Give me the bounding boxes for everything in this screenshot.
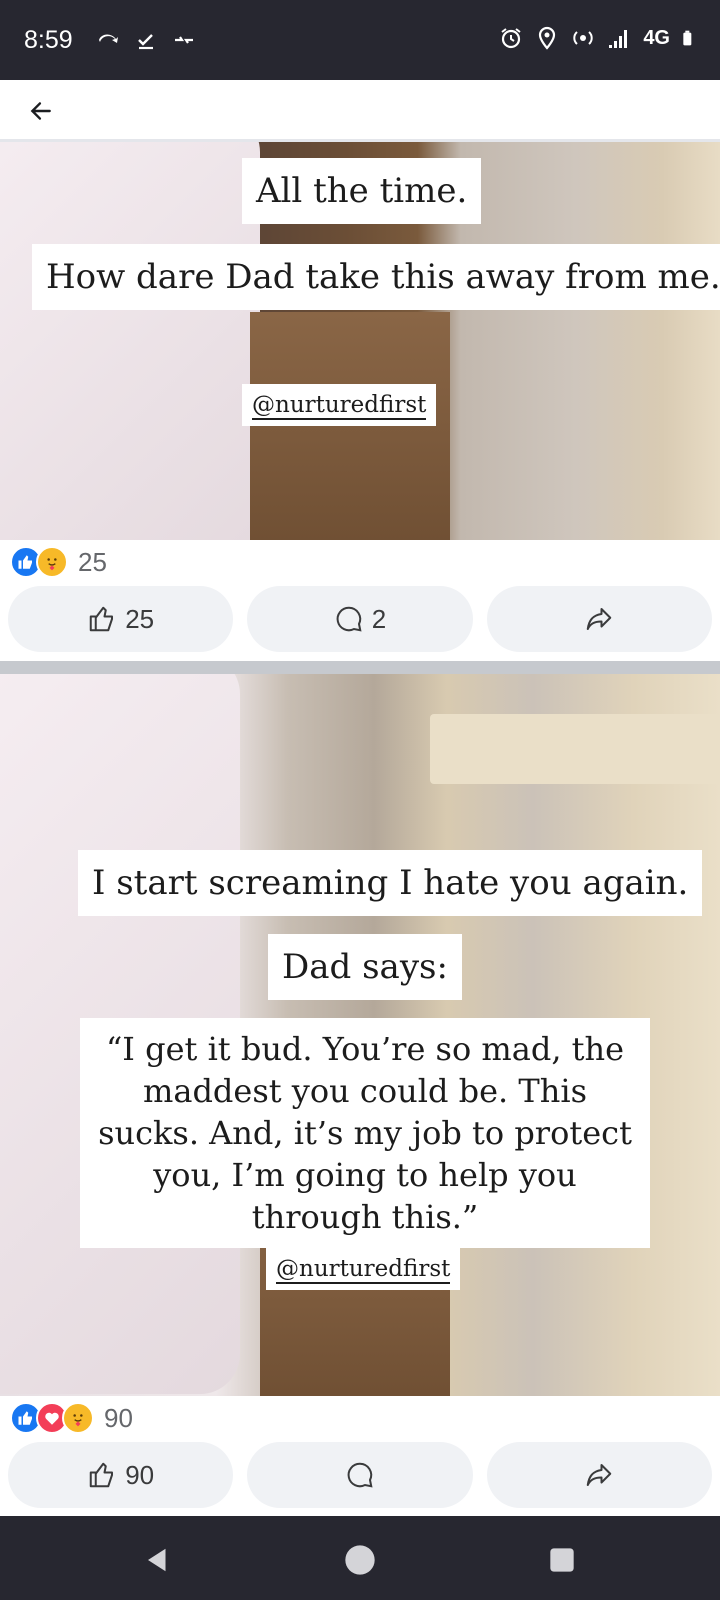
reaction-summary[interactable]: 25 xyxy=(10,546,107,578)
system-nav-bar xyxy=(0,1516,720,1600)
status-right-icons: 4G xyxy=(499,26,698,50)
nav-recents-button[interactable] xyxy=(542,1540,582,1580)
alarm-icon xyxy=(501,28,521,49)
top-bar xyxy=(0,80,720,142)
watermark-handle: @nurturedfirst xyxy=(242,384,437,426)
back-arrow-icon xyxy=(30,102,51,120)
comment-count: 2 xyxy=(371,603,387,634)
status-bar: 8:59 4G xyxy=(0,0,720,80)
network-type: 4G xyxy=(643,26,670,49)
data-transfer-icon xyxy=(175,36,193,44)
care-reaction-icon xyxy=(36,546,68,578)
caption-quote: “I get it bud. You’re so mad, the maddes… xyxy=(80,1018,650,1248)
circle-home-icon xyxy=(345,1545,375,1575)
like-button[interactable]: 90 xyxy=(8,1442,234,1508)
caption-line: All the time. xyxy=(242,158,482,224)
post-photo[interactable]: I start screaming I hate you again. Dad … xyxy=(0,674,720,1396)
watermark-handle: @nurturedfirst xyxy=(266,1248,461,1290)
comment-bubble-icon xyxy=(336,606,362,632)
floor-shape xyxy=(250,312,450,540)
caption-line: I start screaming I hate you again. xyxy=(78,850,703,916)
comment-button[interactable] xyxy=(247,1442,473,1508)
like-button[interactable]: 25 xyxy=(8,586,234,652)
triangle-back-icon xyxy=(148,1548,166,1572)
status-left-icons xyxy=(96,28,196,52)
like-count: 25 xyxy=(125,603,155,634)
square-recents-icon xyxy=(550,1548,574,1572)
sleeve-shape xyxy=(0,142,260,540)
reaction-summary[interactable]: 90 xyxy=(10,1402,133,1434)
post-divider xyxy=(0,661,720,674)
nav-back-button[interactable] xyxy=(138,1540,178,1580)
status-time: 8:59 xyxy=(24,26,73,54)
reaction-count: 90 xyxy=(104,1402,133,1433)
comment-bubble-icon xyxy=(347,1462,373,1488)
share-arrow-icon xyxy=(587,1464,612,1486)
window-sill-shape xyxy=(430,714,720,784)
care-reaction-icon xyxy=(62,1402,94,1434)
post-photo[interactable]: All the time. How dare Dad take this awa… xyxy=(0,142,720,540)
signal-icon xyxy=(609,30,628,48)
hotspot-icon xyxy=(573,31,594,45)
post-actions: 90 xyxy=(8,1442,712,1508)
thumbs-up-icon xyxy=(89,1462,114,1488)
comment-button[interactable]: 2 xyxy=(247,586,473,652)
thumbs-up-icon xyxy=(89,606,114,632)
reaction-count: 25 xyxy=(78,546,107,577)
sync-icon xyxy=(99,34,118,43)
share-button[interactable] xyxy=(486,1442,712,1508)
caption-line: How dare Dad take this away from me. xyxy=(32,244,720,310)
caption-line: Dad says: xyxy=(268,934,462,1000)
check-icon xyxy=(138,34,153,50)
share-arrow-icon xyxy=(587,608,612,630)
battery-icon xyxy=(683,30,692,46)
nav-home-button[interactable] xyxy=(340,1540,380,1580)
like-count: 90 xyxy=(125,1459,155,1490)
back-button[interactable] xyxy=(26,96,56,126)
location-icon xyxy=(539,26,556,50)
share-button[interactable] xyxy=(486,586,712,652)
post-actions: 25 2 xyxy=(8,586,712,652)
